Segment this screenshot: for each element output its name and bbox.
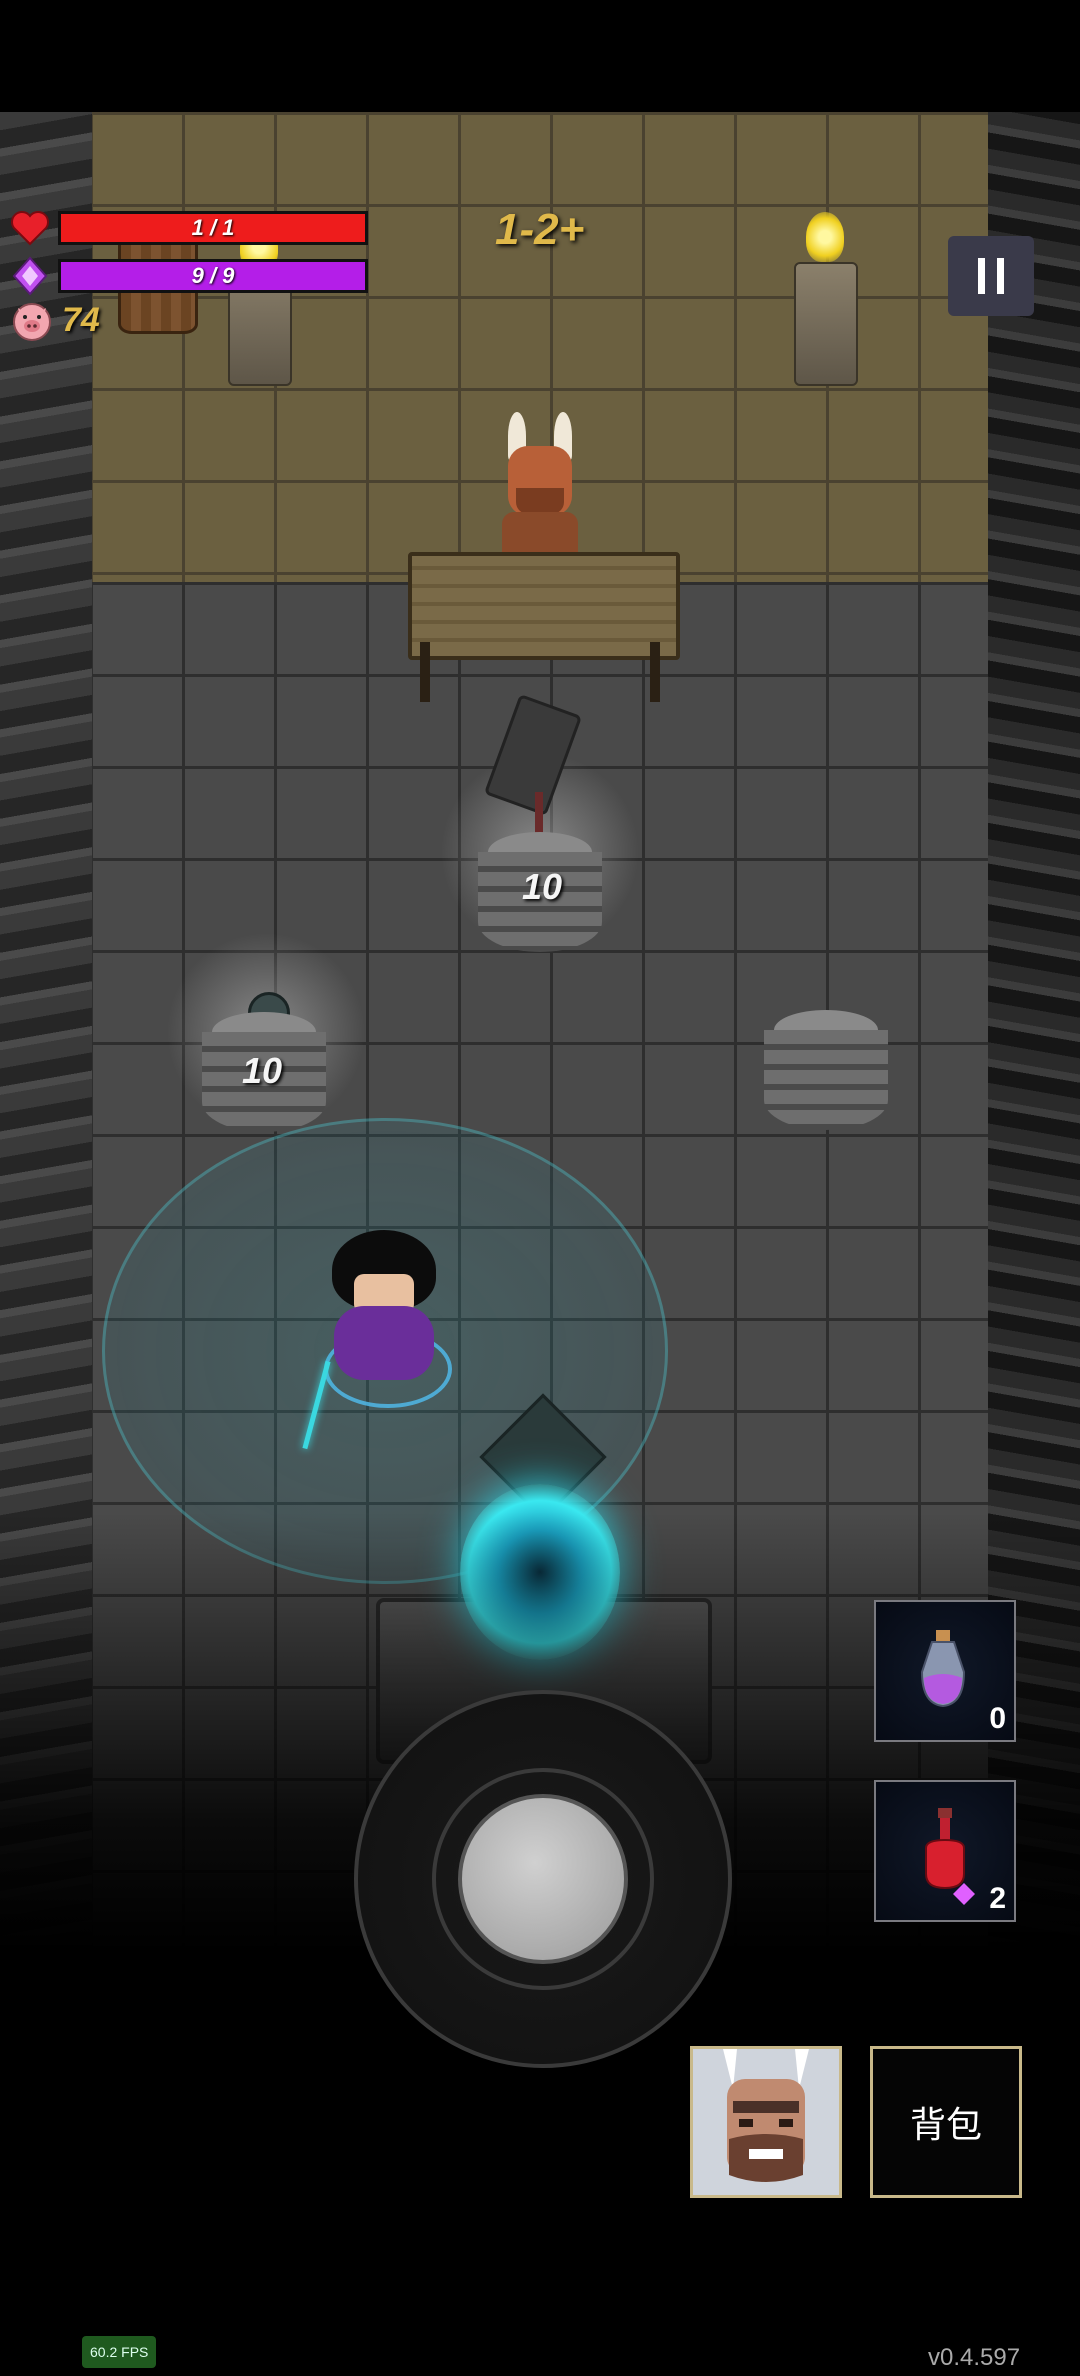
heart-icon — [11, 211, 49, 246]
mana-row: 9 / 9 — [10, 256, 368, 296]
player-character — [302, 1230, 452, 1450]
fps-counter: 60.2 FPS — [82, 2336, 157, 2368]
level-label: 1-2+ — [495, 205, 585, 254]
mana-diamond-icon — [12, 256, 48, 296]
health-potion-icon — [925, 1808, 965, 1890]
mana-potion-count: 0 — [989, 1702, 1006, 1735]
price-hammer: 10 — [522, 866, 563, 907]
health-text: 1 / 1 — [191, 215, 235, 240]
torch-flame-right — [806, 212, 844, 262]
health-row: 1 / 1 — [10, 210, 368, 246]
pig-coin-icon — [13, 303, 51, 341]
pause-button[interactable] — [948, 236, 1034, 316]
mana-cost-icon — [953, 1883, 975, 1905]
price-mace: 10 — [242, 1050, 283, 1091]
mana-bar: 9 / 9 — [58, 259, 368, 293]
status-bar-area — [0, 0, 1080, 112]
merchant-npc[interactable] — [494, 412, 586, 552]
health-potion-button[interactable]: 2 — [874, 1780, 1016, 1922]
gold-row: 74 — [10, 298, 100, 342]
character-portrait-button[interactable] — [690, 2046, 842, 2198]
mana-potion-button[interactable]: 0 — [874, 1600, 1016, 1742]
bag-button[interactable]: 背包 — [870, 2046, 1022, 2198]
shop-table — [408, 552, 680, 660]
health-potion-count: 2 — [989, 1882, 1006, 1915]
mana-potion-icon — [920, 1630, 966, 1708]
mana-text: 9 / 9 — [191, 263, 235, 288]
gold-count: 74 — [62, 300, 100, 339]
bag-label: 背包 — [909, 2105, 982, 2146]
torch-stand-right — [794, 262, 858, 386]
pedestal-empty — [764, 1010, 888, 1130]
health-bar: 1 / 1 — [58, 211, 368, 245]
pause-icon — [978, 258, 985, 294]
version-label: v0.4.597 — [928, 2344, 1021, 2371]
joystick-knob[interactable] — [458, 1794, 628, 1964]
merchant-portrait-icon — [693, 2049, 839, 2195]
